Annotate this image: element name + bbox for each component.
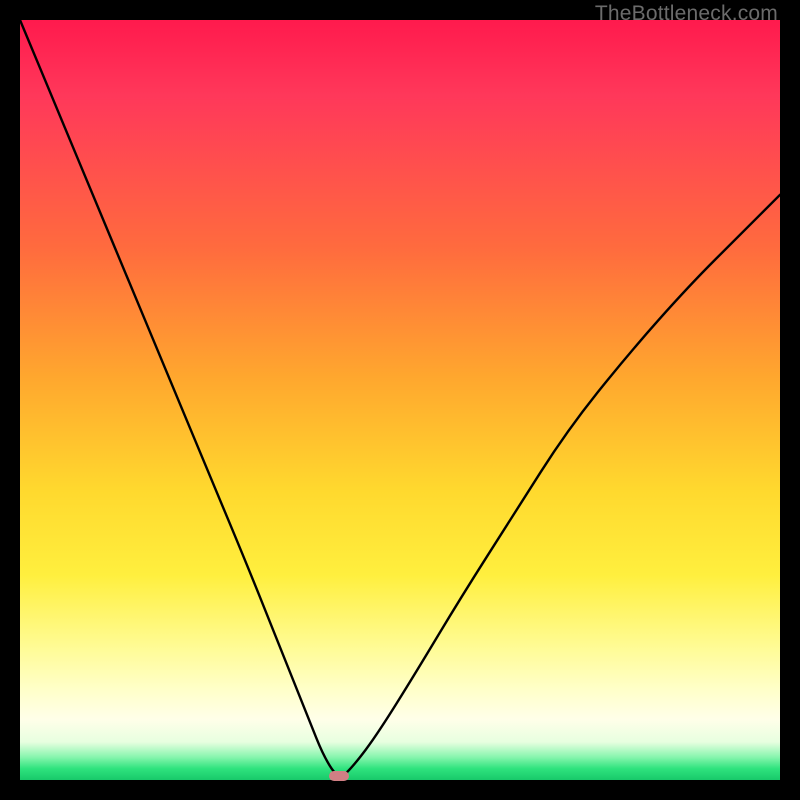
plot-area <box>20 20 780 780</box>
bottleneck-curve <box>20 20 780 780</box>
watermark-text: TheBottleneck.com <box>595 2 778 26</box>
optimal-point-marker <box>329 771 349 781</box>
chart-frame: TheBottleneck.com <box>0 0 800 800</box>
